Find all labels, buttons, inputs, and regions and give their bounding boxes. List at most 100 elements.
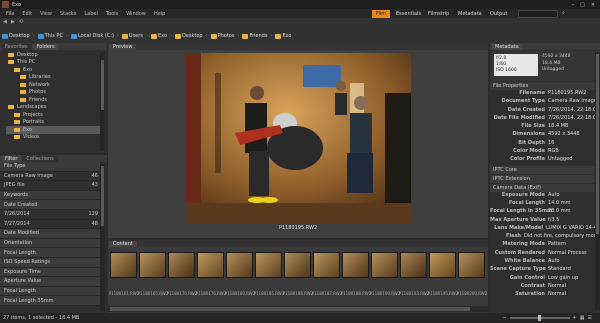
menu-edit[interactable]: Edit	[18, 11, 36, 17]
crumb-photos[interactable]: Photos ›	[210, 33, 239, 39]
filmstrip-thumbnail[interactable]	[284, 252, 311, 278]
folder-item[interactable]: Projects	[6, 111, 100, 119]
filmstrip-thumbnail[interactable]	[458, 252, 485, 278]
workspace-essentials[interactable]: Essentials	[392, 10, 425, 18]
tab-content[interactable]: Content	[109, 241, 137, 247]
recent-icon[interactable]: ⟲	[19, 19, 23, 25]
filmstrip-thumbnail[interactable]	[400, 252, 427, 278]
folder-item[interactable]: Desktop	[6, 51, 100, 59]
folder-item[interactable]: Videos	[6, 134, 100, 142]
folders-scrollbar[interactable]	[100, 52, 105, 151]
folder-item-selected[interactable]: Exo	[6, 126, 100, 134]
crumb-exo[interactable]: Exo ›	[150, 33, 172, 39]
folders-panel: Favorites Folders Desktop This PC Exo Li…	[0, 43, 107, 153]
tab-filter[interactable]: Filter	[1, 156, 22, 162]
folder-item[interactable]: Exo	[6, 66, 100, 74]
filter-category[interactable]: Date Modified	[0, 229, 100, 239]
zoom-in-icon[interactable]: +	[573, 315, 577, 321]
metadata-key: White Balance	[504, 258, 546, 265]
forward-icon[interactable]: ▶	[11, 19, 15, 25]
workspace-filmstrip[interactable]: Filmstrip	[424, 10, 453, 18]
filmstrip-thumbnail[interactable]	[110, 252, 137, 278]
filmstrip-thumbnail[interactable]	[428, 249, 459, 303]
filter-category[interactable]: Orientation	[0, 238, 100, 249]
filmstrip-thumbnail[interactable]	[139, 252, 166, 278]
menu-window[interactable]: Window	[122, 11, 150, 17]
filmstrip-thumbnail[interactable]	[255, 252, 282, 278]
metadata-value: Pattern	[548, 241, 566, 248]
workspace-output[interactable]: Output	[486, 10, 511, 18]
menu-help[interactable]: Help	[150, 11, 169, 17]
minimize-icon[interactable]: –	[572, 2, 575, 8]
metadata-value: Auto	[548, 258, 560, 265]
filter-item[interactable]: 7/27/2014 48	[0, 220, 100, 230]
tab-folders[interactable]: Folders	[32, 44, 59, 50]
file-properties-header[interactable]: File Properties	[490, 82, 600, 90]
crumb-local-disk[interactable]: Local Disk (C:) ›	[70, 33, 119, 39]
folder-item[interactable]: Portraits	[6, 119, 100, 127]
preview-image[interactable]	[185, 53, 411, 223]
folder-item[interactable]: Network	[6, 81, 100, 89]
crumb-desktop[interactable]: Desktop ›	[2, 33, 35, 39]
iptc-extension-header[interactable]: IPTC Extension	[490, 174, 600, 183]
folder-item[interactable]: This PC	[6, 59, 100, 67]
filmstrip-thumbnail[interactable]	[168, 252, 195, 278]
filmstrip-thumbnail[interactable]	[226, 252, 253, 278]
filter-category[interactable]: Aperture Value	[0, 277, 100, 287]
filter-item[interactable]: Camera Raw image 46	[0, 172, 100, 182]
menu-file[interactable]: File	[2, 11, 18, 17]
dimensions-value: 4592 x 3448	[542, 54, 571, 59]
filter-item[interactable]: 7/26/2014 139	[0, 210, 100, 220]
filter-item[interactable]: JPEG file 43	[0, 181, 100, 191]
maximize-icon[interactable]: □	[580, 2, 585, 8]
search-icon[interactable]: ⌕	[562, 10, 565, 16]
filter-category[interactable]: File Type	[0, 162, 100, 172]
crumb-desktop-2[interactable]: Desktop ›	[174, 33, 208, 39]
metadata-row: White Balance Auto	[490, 258, 600, 266]
filter-scrollbar[interactable]	[100, 164, 105, 311]
filmstrip-scrollbar[interactable]	[108, 306, 488, 312]
metadata-row: Color Profile Untagged	[490, 156, 600, 164]
grid-view-icon[interactable]: ▦	[580, 315, 585, 321]
filter-category[interactable]: Date Created	[0, 200, 100, 210]
metadata-key: Scene Capture Type	[490, 266, 546, 273]
menu-label[interactable]: Label	[80, 11, 102, 17]
tab-metadata[interactable]: Metadata	[491, 44, 523, 50]
thumbnail-size-slider[interactable]	[509, 315, 570, 321]
filmstrip-thumbnail[interactable]	[197, 252, 224, 278]
workspace-film[interactable]: Film	[372, 10, 391, 18]
folder-item[interactable]: Libraries	[6, 74, 100, 82]
camera-data-header[interactable]: Camera Data (Exif)	[490, 183, 600, 192]
crumb-users[interactable]: Users ›	[121, 33, 148, 39]
search-input[interactable]	[518, 10, 558, 18]
folder-item[interactable]: Photos	[6, 89, 100, 97]
tab-collections[interactable]: Collections	[22, 156, 58, 162]
workspace-metadata[interactable]: Metadata	[454, 10, 486, 18]
crumb-friends[interactable]: Friends ›	[242, 33, 272, 39]
crumb-exo-current[interactable]: Exo	[275, 33, 291, 39]
metadata-value: Normal Process	[548, 249, 587, 256]
menu-view[interactable]: View	[36, 11, 56, 17]
zoom-out-icon[interactable]: −	[502, 315, 506, 321]
filter-category[interactable]: Keywords	[0, 190, 100, 201]
menu-tools[interactable]: Tools	[102, 11, 122, 17]
iptc-core-header[interactable]: IPTC Core	[490, 165, 600, 174]
folder-item[interactable]: Friends	[6, 96, 100, 104]
metadata-scrollbar[interactable]	[595, 52, 600, 310]
list-view-icon[interactable]: ☰	[588, 315, 592, 321]
filter-category[interactable]: Focal Length	[0, 286, 100, 297]
filmstrip-thumbnail[interactable]	[371, 252, 398, 278]
filmstrip-thumbnail[interactable]	[313, 252, 340, 278]
tab-preview[interactable]: Preview	[109, 44, 137, 50]
folder-item[interactable]: Landscapes	[6, 104, 100, 112]
back-icon[interactable]: ◀	[3, 19, 7, 25]
filter-category[interactable]: ISO Speed Ratings	[0, 257, 100, 268]
filter-category[interactable]: Exposure Time	[0, 267, 100, 278]
filter-category[interactable]: Focal Length	[0, 248, 100, 258]
filter-category[interactable]: Focal Length 35mm	[0, 296, 100, 306]
menu-stacks[interactable]: Stacks	[56, 11, 80, 17]
crumb-this-pc[interactable]: This PC ›	[37, 33, 68, 39]
close-icon[interactable]: ✕	[591, 2, 595, 8]
tab-favorites[interactable]: Favorites	[1, 44, 32, 50]
filmstrip-thumbnail[interactable]	[342, 252, 369, 278]
